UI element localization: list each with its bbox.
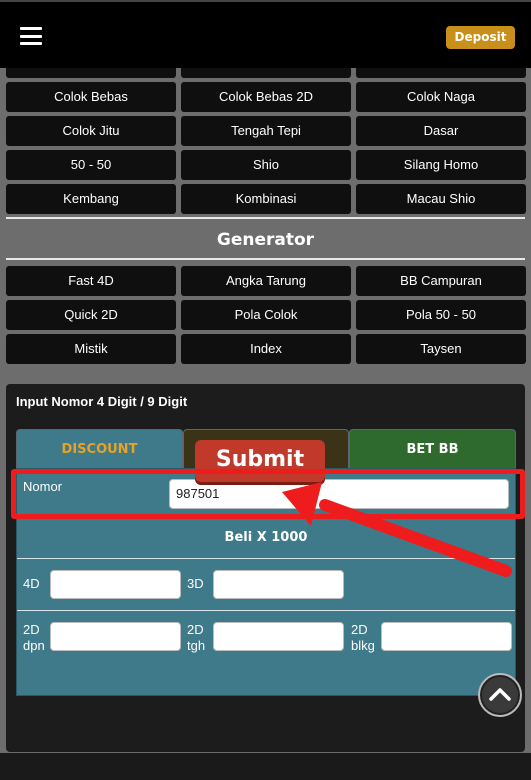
bet-type-button[interactable]: Colok Bebas bbox=[6, 82, 176, 112]
4d-label: 4D bbox=[23, 576, 40, 591]
panel-title: Input Nomor 4 Digit / 9 Digit bbox=[16, 394, 188, 409]
3d-input[interactable] bbox=[213, 570, 344, 599]
divider bbox=[6, 217, 525, 219]
bet-type-button[interactable]: Macau Shio bbox=[356, 184, 526, 214]
top-bar: Deposit bbox=[0, 0, 531, 68]
main-content: Colok Bebas Colok Bebas 2D Colok Naga Co… bbox=[0, 68, 531, 753]
hamburger-menu-icon[interactable] bbox=[20, 27, 42, 45]
cut-off-button[interactable] bbox=[356, 68, 526, 78]
footer bbox=[0, 753, 531, 780]
2d-dpn-label: 2D dpn bbox=[23, 622, 45, 653]
2d-blkg-label: 2D blkg bbox=[351, 622, 375, 653]
chevron-up-icon bbox=[489, 688, 511, 701]
2d-tgh-input[interactable] bbox=[213, 622, 344, 651]
deposit-button[interactable]: Deposit bbox=[446, 26, 515, 49]
tab-discount[interactable]: DISCOUNT bbox=[16, 429, 183, 468]
bet-type-button[interactable]: Kembang bbox=[6, 184, 176, 214]
4d-input[interactable] bbox=[50, 570, 181, 599]
bet-type-button[interactable]: Kombinasi bbox=[181, 184, 351, 214]
tab-bet-bb[interactable]: BET BB bbox=[349, 429, 516, 468]
scroll-to-top-button[interactable] bbox=[478, 673, 522, 717]
bet-type-grid: Colok Bebas Colok Bebas 2D Colok Naga Co… bbox=[6, 82, 526, 214]
bet-type-button[interactable]: Shio bbox=[181, 150, 351, 180]
bet-type-button[interactable]: Colok Jitu bbox=[6, 116, 176, 146]
2d-tgh-label: 2D tgh bbox=[187, 622, 206, 653]
generator-grid: Fast 4D Angka Tarung BB Campuran Quick 2… bbox=[6, 266, 526, 364]
3d-label: 3D bbox=[187, 576, 204, 591]
generator-button[interactable]: Angka Tarung bbox=[181, 266, 351, 296]
2d-dpn-input[interactable] bbox=[50, 622, 181, 651]
beli-label: Beli X 1000 bbox=[224, 530, 308, 545]
4d-3d-row: 4D 3D bbox=[17, 559, 515, 611]
generator-button[interactable]: Fast 4D bbox=[6, 266, 176, 296]
generator-button[interactable]: Pola 50 - 50 bbox=[356, 300, 526, 330]
generator-title: Generator bbox=[216, 230, 315, 250]
bet-type-button[interactable]: Dasar bbox=[356, 116, 526, 146]
bet-type-button[interactable]: 50 - 50 bbox=[6, 150, 176, 180]
generator-button[interactable]: Index bbox=[181, 334, 351, 364]
annotation-highlight-box bbox=[11, 469, 525, 519]
generator-button[interactable]: Quick 2D bbox=[6, 300, 176, 330]
cut-off-button[interactable] bbox=[6, 68, 176, 78]
divider bbox=[6, 258, 525, 260]
2d-blkg-input[interactable] bbox=[381, 622, 512, 651]
cut-off-button[interactable] bbox=[181, 68, 351, 78]
bet-type-button[interactable]: Silang Homo bbox=[356, 150, 526, 180]
cut-off-button-row bbox=[6, 68, 526, 78]
2d-row: 2D dpn 2D tgh 2D blkg bbox=[17, 611, 515, 676]
beli-row: Beli X 1000 bbox=[17, 519, 515, 559]
generator-button[interactable]: BB Campuran bbox=[356, 266, 526, 296]
bet-type-button[interactable]: Tengah Tepi bbox=[181, 116, 351, 146]
generator-button[interactable]: Pola Colok bbox=[181, 300, 351, 330]
generator-button[interactable]: Taysen bbox=[356, 334, 526, 364]
bet-type-button[interactable]: Colok Bebas 2D bbox=[181, 82, 351, 112]
generator-button[interactable]: Mistik bbox=[6, 334, 176, 364]
bet-type-button[interactable]: Colok Naga bbox=[356, 82, 526, 112]
